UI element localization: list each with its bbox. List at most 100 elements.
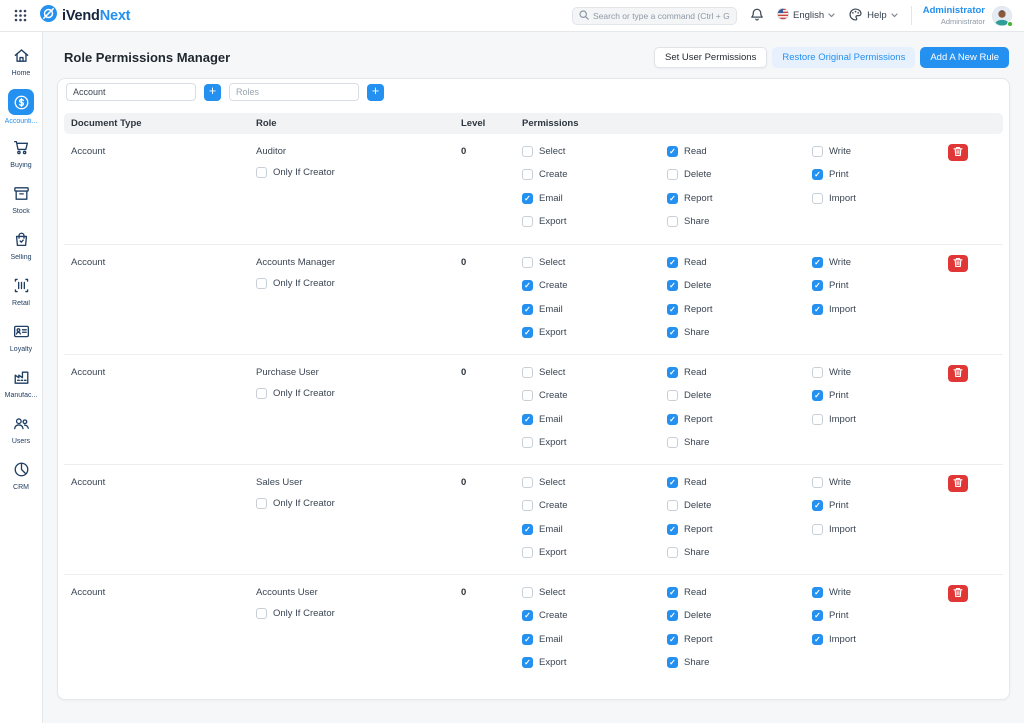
apps-grid-icon[interactable] — [14, 9, 27, 22]
permission-checkbox-import[interactable]: Import — [812, 304, 856, 315]
sidebar-item-stock[interactable]: Stock — [0, 181, 43, 227]
restore-original-permissions-button[interactable]: Restore Original Permissions — [772, 47, 915, 68]
permission-checkbox-print[interactable]: Print — [812, 610, 849, 621]
permission-checkbox-export[interactable]: Export — [522, 547, 566, 558]
notifications-button[interactable] — [750, 7, 764, 25]
permission-checkbox-report[interactable]: Report — [667, 304, 713, 315]
set-user-permissions-button[interactable]: Set User Permissions — [654, 47, 767, 68]
permission-checkbox-create[interactable]: Create — [522, 610, 568, 621]
permission-checkbox-select[interactable]: Select — [522, 477, 565, 488]
permission-label: Report — [684, 193, 713, 204]
add-doctype-button[interactable]: + — [204, 84, 221, 101]
add-new-rule-button[interactable]: Add A New Rule — [920, 47, 1009, 68]
permission-checkbox-write[interactable]: Write — [812, 146, 851, 157]
only-if-creator-checkbox[interactable]: Only If Creator — [256, 388, 335, 399]
sidebar-item-buying[interactable]: Buying — [0, 135, 43, 181]
sidebar-item-manufacturing[interactable]: Manufac... — [0, 365, 43, 411]
permission-checkbox-email[interactable]: Email — [522, 524, 563, 535]
sidebar-item-users[interactable]: Users — [0, 411, 43, 457]
permission-checkbox-share[interactable]: Share — [667, 327, 709, 338]
permission-checkbox-share[interactable]: Share — [667, 216, 709, 227]
permission-checkbox-print[interactable]: Print — [812, 169, 849, 180]
permission-checkbox-delete[interactable]: Delete — [667, 390, 711, 401]
permission-label: Report — [684, 634, 713, 645]
permission-checkbox-delete[interactable]: Delete — [667, 610, 711, 621]
permission-checkbox-export[interactable]: Export — [522, 437, 566, 448]
permission-checkbox-read[interactable]: Read — [667, 146, 707, 157]
document-type-cell: Account — [71, 587, 105, 598]
permission-checkbox-export[interactable]: Export — [522, 657, 566, 668]
language-selector[interactable]: English — [777, 8, 835, 23]
permission-checkbox-email[interactable]: Email — [522, 634, 563, 645]
sidebar-item-retail[interactable]: Retail — [0, 273, 43, 319]
permission-checkbox-select[interactable]: Select — [522, 257, 565, 268]
permission-checkbox-email[interactable]: Email — [522, 304, 563, 315]
delete-rule-button[interactable] — [948, 365, 968, 382]
permission-checkbox-share[interactable]: Share — [667, 657, 709, 668]
permission-checkbox-create[interactable]: Create — [522, 500, 568, 511]
only-if-creator-checkbox[interactable]: Only If Creator — [256, 498, 335, 509]
only-if-creator-checkbox[interactable]: Only If Creator — [256, 278, 335, 289]
permission-checkbox-report[interactable]: Report — [667, 414, 713, 425]
permission-checkbox-email[interactable]: Email — [522, 414, 563, 425]
permission-label: Share — [684, 437, 709, 448]
permission-checkbox-report[interactable]: Report — [667, 524, 713, 535]
permission-checkbox-write[interactable]: Write — [812, 477, 851, 488]
permission-checkbox-report[interactable]: Report — [667, 193, 713, 204]
permission-checkbox-share[interactable]: Share — [667, 547, 709, 558]
avatar[interactable] — [992, 6, 1012, 26]
permission-checkbox-import[interactable]: Import — [812, 193, 856, 204]
delete-rule-button[interactable] — [948, 475, 968, 492]
add-role-button[interactable]: + — [367, 84, 384, 101]
permission-checkbox-write[interactable]: Write — [812, 587, 851, 598]
user-menu[interactable]: Administrator Administrator — [923, 5, 985, 26]
permission-checkbox-read[interactable]: Read — [667, 587, 707, 598]
permission-checkbox-create[interactable]: Create — [522, 280, 568, 291]
sidebar-item-accounting[interactable]: Accounti... — [0, 89, 43, 135]
permission-checkbox-print[interactable]: Print — [812, 280, 849, 291]
sidebar-item-selling[interactable]: Selling — [0, 227, 43, 273]
doctype-filter-input[interactable] — [66, 83, 196, 101]
permission-checkbox-create[interactable]: Create — [522, 169, 568, 180]
permission-checkbox-delete[interactable]: Delete — [667, 500, 711, 511]
delete-rule-button[interactable] — [948, 255, 968, 272]
permission-checkbox-delete[interactable]: Delete — [667, 169, 711, 180]
permission-checkbox-export[interactable]: Export — [522, 327, 566, 338]
permission-checkbox-select[interactable]: Select — [522, 146, 565, 157]
app-logo[interactable]: iVendNext — [40, 5, 130, 27]
permission-checkbox-read[interactable]: Read — [667, 477, 707, 488]
permission-checkbox-import[interactable]: Import — [812, 634, 856, 645]
delete-rule-button[interactable] — [948, 144, 968, 161]
permission-label: Write — [829, 257, 851, 268]
permission-checkbox-report[interactable]: Report — [667, 634, 713, 645]
only-if-creator-checkbox[interactable]: Only If Creator — [256, 167, 335, 178]
help-menu[interactable]: Help — [848, 7, 898, 25]
users-icon — [9, 411, 33, 435]
only-if-creator-checkbox[interactable]: Only If Creator — [256, 608, 335, 619]
search-input[interactable] — [593, 11, 730, 21]
permission-checkbox-select[interactable]: Select — [522, 587, 565, 598]
permission-checkbox-import[interactable]: Import — [812, 524, 856, 535]
permission-checkbox-print[interactable]: Print — [812, 390, 849, 401]
sidebar-item-crm[interactable]: CRM — [0, 457, 43, 503]
permission-checkbox-create[interactable]: Create — [522, 390, 568, 401]
sidebar-item-home[interactable]: Home — [0, 43, 43, 89]
permission-checkbox-write[interactable]: Write — [812, 257, 851, 268]
global-search[interactable] — [572, 7, 737, 25]
sidebar-item-loyalty[interactable]: Loyalty — [0, 319, 43, 365]
roles-filter-input[interactable] — [229, 83, 359, 101]
permission-label: Print — [829, 390, 849, 401]
permission-checkbox-delete[interactable]: Delete — [667, 280, 711, 291]
document-type-cell: Account — [71, 477, 105, 488]
permission-checkbox-share[interactable]: Share — [667, 437, 709, 448]
permission-checkbox-import[interactable]: Import — [812, 414, 856, 425]
delete-rule-button[interactable] — [948, 585, 968, 602]
permission-checkbox-export[interactable]: Export — [522, 216, 566, 227]
permission-checkbox-write[interactable]: Write — [812, 367, 851, 378]
checkbox-icon — [812, 500, 823, 511]
permission-checkbox-print[interactable]: Print — [812, 500, 849, 511]
permission-checkbox-select[interactable]: Select — [522, 367, 565, 378]
permission-checkbox-email[interactable]: Email — [522, 193, 563, 204]
permission-checkbox-read[interactable]: Read — [667, 367, 707, 378]
permission-checkbox-read[interactable]: Read — [667, 257, 707, 268]
